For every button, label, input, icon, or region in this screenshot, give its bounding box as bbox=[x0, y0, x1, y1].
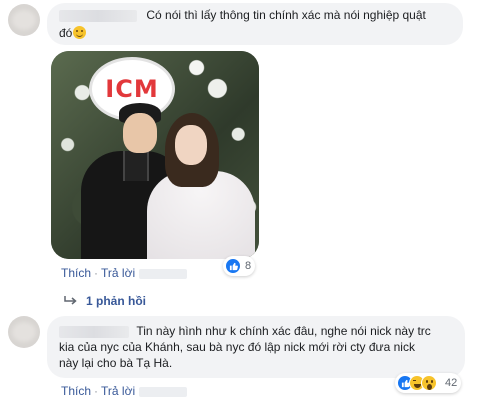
replies-count-label: 1 phản hồi bbox=[86, 294, 146, 308]
comment-text-line2: đó bbox=[59, 26, 73, 40]
reply-arrow-icon bbox=[64, 296, 77, 305]
reaction-summary[interactable]: 8 bbox=[223, 256, 256, 276]
timestamp-blurred[interactable] bbox=[139, 268, 188, 279]
comment-actions: Thích · Trả lời bbox=[61, 384, 188, 398]
smile-emoji-icon bbox=[73, 26, 87, 39]
comment-bubble: Tin này hình như k chính xác đâu, nghe n… bbox=[47, 316, 465, 378]
comment-bubble: Có nói thì lấy thông tin chính xác mà nó… bbox=[47, 3, 463, 45]
comment-text-line1: Tin này hình như k chính xác đâu, nghe n… bbox=[136, 324, 431, 338]
view-replies-link[interactable]: 1 phản hồi bbox=[64, 294, 146, 308]
reaction-count: 42 bbox=[445, 377, 458, 389]
like-link[interactable]: Thích bbox=[61, 266, 91, 280]
commenter-avatar[interactable] bbox=[8, 4, 40, 36]
reaction-summary[interactable]: 42 bbox=[395, 373, 462, 393]
reaction-count: 8 bbox=[245, 260, 252, 272]
reply-link[interactable]: Trả lời bbox=[101, 384, 135, 398]
wow-reaction-icon bbox=[421, 375, 437, 391]
commenter-avatar[interactable] bbox=[8, 316, 40, 348]
like-reaction-icon bbox=[225, 258, 241, 274]
timestamp-blurred[interactable] bbox=[139, 386, 188, 397]
commenter-name-blurred[interactable] bbox=[59, 9, 137, 22]
comment-text-line2: kia của nyc của Khánh, sau bà nyc đó lập… bbox=[59, 340, 415, 354]
comment-text-line1: Có nói thì lấy thông tin chính xác mà nó… bbox=[146, 8, 426, 22]
reply-link[interactable]: Trả lời bbox=[101, 266, 135, 280]
like-link[interactable]: Thích bbox=[61, 384, 91, 398]
comment-text-line3: này lại cho bà Tạ Hà. bbox=[59, 356, 173, 370]
commenter-name-blurred[interactable] bbox=[59, 325, 129, 338]
comment-photo[interactable]: ICM bbox=[51, 51, 259, 259]
comment-actions: Thích · Trả lời bbox=[61, 266, 188, 280]
